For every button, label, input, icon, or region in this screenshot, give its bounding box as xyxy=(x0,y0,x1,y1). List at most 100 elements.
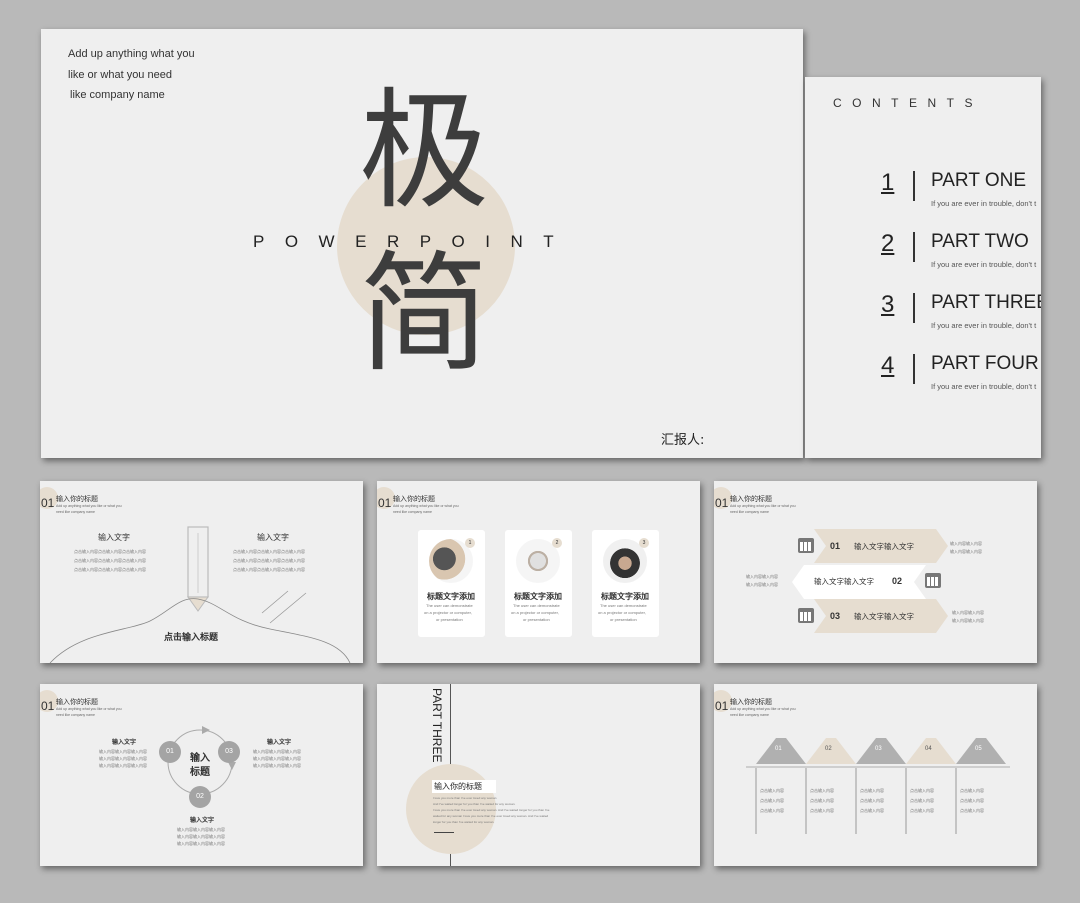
contents-title: CONTENTS xyxy=(833,96,983,110)
s4-right-line-1: 输入内容输入内容输入内容 xyxy=(253,749,301,754)
s5-short-rule xyxy=(434,832,454,833)
calendar-icon xyxy=(798,538,814,553)
card-3-desc-2: on a projector or computer, xyxy=(598,610,646,615)
cover-tagline-2: like or what you need xyxy=(68,69,172,81)
cover-char-jian: 简 xyxy=(359,238,490,390)
s5-line-3: I love you more than I've ever loved any… xyxy=(433,808,550,812)
s4-bottom-line-1: 输入内容输入内容输入内容 xyxy=(177,827,225,832)
contents-item-1[interactable]: 1 PART ONE If you are ever in trouble, d… xyxy=(805,169,1041,209)
card-2-desc-3: or presentation xyxy=(523,617,550,622)
s5-title: 输入你的标题 xyxy=(434,782,482,791)
cover-reporter: 汇报人: xyxy=(661,433,705,448)
card-3[interactable]: 3 标题文字添加 The user can demonstrate on a p… xyxy=(592,530,659,637)
thumb-slide-3[interactable]: 01 输入你的标题 Add up anything what you like … xyxy=(714,481,1037,663)
contents-slide[interactable]: CONTENTS 1 PART ONE If you are ever in t… xyxy=(805,77,1041,458)
contents-item-1-num: 1 xyxy=(881,169,895,196)
card-1-badge-num: 1 xyxy=(468,540,472,546)
contents-item-1-label: PART ONE xyxy=(931,170,1027,191)
tab-03[interactable]: 03 xyxy=(875,746,882,752)
cover-char-ji: 极 xyxy=(359,75,490,227)
cover-tagline-3: like company name xyxy=(70,89,165,101)
card-3-desc-1: The user can demonstrate xyxy=(600,603,647,608)
cycle-center-1: 输入 xyxy=(190,753,210,764)
tab-cell-3-line-2: 点击输入内容 xyxy=(860,798,884,803)
tab-shapes xyxy=(746,738,1010,834)
s3-row-2-num: 02 xyxy=(892,576,903,586)
s4-left-line-2: 输入内容输入内容输入内容 xyxy=(99,756,147,761)
tab-cell-2-line-1: 点击输入内容 xyxy=(810,788,834,793)
s4-bottom-line-3: 输入内容输入内容输入内容 xyxy=(177,841,225,846)
contents-item-3-label: PART THREE xyxy=(931,292,1041,313)
header-num: 01 xyxy=(378,496,392,510)
cycle-node-01-label: 01 xyxy=(166,748,174,755)
cycle-node-02-label: 02 xyxy=(196,793,204,800)
thumb-slide-4[interactable]: 01 输入你的标题 Add up anything what you like … xyxy=(40,684,363,866)
tab-02[interactable]: 02 xyxy=(825,746,832,752)
arrow-shapes xyxy=(792,529,948,633)
tab-cell-5-line-3: 点击输入内容 xyxy=(960,808,984,813)
s3-right-3a: 输入内容输入内容 xyxy=(952,610,984,615)
s4-right-line-3: 输入内容输入内容输入内容 xyxy=(253,763,301,768)
card-2[interactable]: 2 标题文字添加 The user can demonstrate on a p… xyxy=(505,530,572,637)
thumb-slide-2[interactable]: 01 输入你的标题 Add up anything what you like … xyxy=(377,481,700,663)
s4-bottom-line-2: 输入内容输入内容输入内容 xyxy=(177,834,225,839)
contents-divider xyxy=(913,354,915,384)
card-2-desc-1: The user can demonstrate xyxy=(513,603,560,608)
card-1-desc-3: or presentation xyxy=(436,617,463,622)
contents-item-3-num: 3 xyxy=(881,291,895,318)
calendar-icon xyxy=(925,573,941,588)
contents-item-2[interactable]: 2 PART TWO If you are ever in trouble, d… xyxy=(805,230,1041,270)
card-2-title: 标题文字添加 xyxy=(514,592,562,601)
tab-cell-4-line-1: 点击输入内容 xyxy=(910,788,934,793)
contents-item-2-num: 2 xyxy=(881,230,895,257)
s3-row-1-text: 输入文字输入文字 xyxy=(854,542,914,551)
tab-cell-2-line-3: 点击输入内容 xyxy=(810,808,834,813)
s3-row-3-text: 输入文字输入文字 xyxy=(854,612,914,621)
s4-left-line-1: 输入内容输入内容输入内容 xyxy=(99,749,147,754)
contents-divider xyxy=(913,171,915,201)
card-2-badge-num: 2 xyxy=(555,540,559,546)
s1-bottom-title: 点击输入标题 xyxy=(164,633,219,643)
s3-row-2-text: 输入文字输入文字 xyxy=(814,577,874,586)
s3-row-1-num: 01 xyxy=(830,541,841,551)
tab-cell-3-line-1: 点击输入内容 xyxy=(860,788,884,793)
tab-cell-4-line-3: 点击输入内容 xyxy=(910,808,934,813)
s5-line-4: waited for any woman I love you more tha… xyxy=(433,814,549,818)
s3-right-1b: 输入内容输入内容 xyxy=(950,549,982,554)
contents-item-1-desc: If you are ever in trouble, don't t xyxy=(931,199,1037,208)
cycle-node-03: 03 xyxy=(218,741,240,763)
s4-bottom-label: 输入文字 xyxy=(190,817,215,824)
contents-item-4-label: PART FOUR xyxy=(931,353,1039,374)
card-1-desc-1: The user can demonstrate xyxy=(426,603,473,608)
cycle-center-2: 标题 xyxy=(190,767,210,778)
thumb-slide-5[interactable]: PART THREE 输入你的标题 I love you more than I… xyxy=(377,684,700,866)
s3-row-3-num: 03 xyxy=(830,611,841,621)
card-1-badge: 1 xyxy=(465,538,475,548)
cover-powerpoint: POWERPOINT xyxy=(253,232,575,251)
s3-left-2b: 输入内容输入内容 xyxy=(746,582,778,587)
s3-right-1a: 输入内容输入内容 xyxy=(950,541,982,546)
header-title: 输入你的标题 xyxy=(393,495,435,503)
contents-divider xyxy=(913,232,915,262)
thumb-slide-1[interactable]: 01 输入你的标题 Add up anything what you like … xyxy=(40,481,363,663)
contents-item-3[interactable]: 3 PART THREE If you are ever in trouble,… xyxy=(805,291,1041,331)
s3-left-2a: 输入内容输入内容 xyxy=(746,574,778,579)
card-3-desc-3: or presentation xyxy=(610,617,637,622)
card-2-badge: 2 xyxy=(552,538,562,548)
contents-item-3-desc: If you are ever in trouble, don't t xyxy=(931,321,1037,330)
s5-line-5: longer for you than I've waited for any … xyxy=(433,820,495,824)
tab-01[interactable]: 01 xyxy=(775,746,782,752)
contents-item-4[interactable]: 4 PART FOUR If you are ever in trouble, … xyxy=(805,352,1041,392)
s5-line-1: I love you more than I've ever loved any… xyxy=(433,796,497,800)
thumb-slide-6[interactable]: 01 输入你的标题 Add up anything what you like … xyxy=(714,684,1037,866)
contents-item-2-desc: If you are ever in trouble, don't t xyxy=(931,260,1037,269)
s4-right-line-2: 输入内容输入内容输入内容 xyxy=(253,756,301,761)
tab-04[interactable]: 04 xyxy=(925,746,932,752)
contents-item-4-num: 4 xyxy=(881,352,895,379)
tab-cell-5-line-2: 点击输入内容 xyxy=(960,798,984,803)
card-1[interactable]: 1 标题文字添加 The user can demonstrate on a p… xyxy=(418,530,485,637)
cover-slide[interactable]: Add up anything what you like or what yo… xyxy=(41,29,803,458)
tab-05[interactable]: 05 xyxy=(975,746,982,752)
s4-right-label: 输入文字 xyxy=(267,739,292,746)
card-1-desc-2: on a projector or computer, xyxy=(424,610,472,615)
